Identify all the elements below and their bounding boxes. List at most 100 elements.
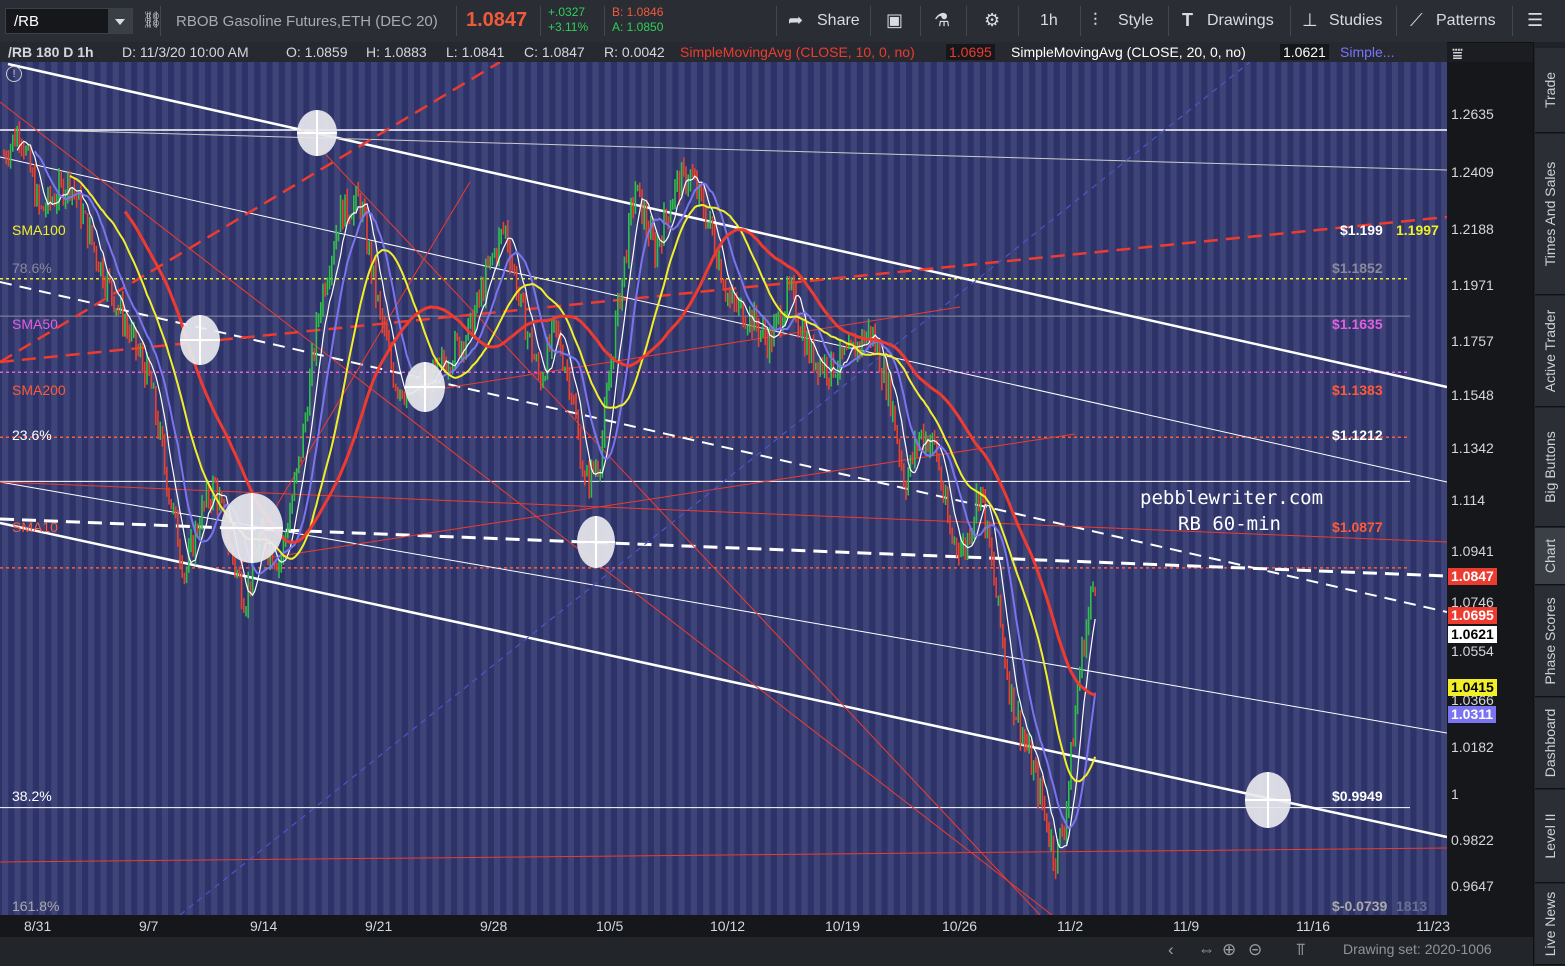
sma10-label[interactable]: SimpleMovingAvg (CLOSE, 10, 0, no): [680, 44, 915, 60]
session-stripe: [543, 62, 550, 915]
level-right-label: $1.0877: [1332, 519, 1383, 535]
session-stripe: [740, 62, 747, 915]
session-stripe: [407, 62, 415, 915]
sma10-value: 1.0695: [946, 44, 995, 60]
date-tick: 8/31: [24, 918, 52, 934]
drawing-set-label[interactable]: Drawing set: 2020-1006: [1343, 941, 1492, 957]
session-stripe: [555, 62, 562, 915]
studies-icon[interactable]: ⊥: [1302, 10, 1318, 31]
sidebar-tab-trade[interactable]: Trade: [1535, 48, 1565, 133]
sidebar-tab-times-and-sales[interactable]: Times And Sales: [1535, 134, 1565, 295]
scale-settings-icon[interactable]: ⩸: [1452, 44, 1463, 65]
sidebar-tab-active-trader[interactable]: Active Trader: [1535, 296, 1565, 407]
level-right-label: $1.1635: [1332, 316, 1383, 332]
level-left-label: SMA200: [12, 382, 66, 398]
sidebar-tab-label: Live News: [1542, 891, 1558, 957]
time-axis[interactable]: 8/31 9/7 9/14 9/21 9/28 10/5 10/12 10/19 10/26 11…: [0, 915, 1533, 937]
studies-button[interactable]: Studies: [1329, 12, 1382, 30]
chart-period: /RB 180 D 1h: [8, 44, 94, 60]
session-stripe: [1047, 62, 1054, 915]
level-right-label: $0.9949: [1332, 788, 1383, 804]
session-stripe: [457, 62, 464, 915]
session-stripe: [2, 62, 9, 915]
date-tick: 9/7: [139, 918, 159, 934]
session-stripe: [1022, 62, 1030, 915]
menu-icon[interactable]: ☰: [1527, 10, 1543, 31]
symbol-selector[interactable]: /RB: [5, 8, 133, 34]
crosshair-icon[interactable]: ⊕: [1222, 940, 1236, 960]
session-stripe: [1059, 62, 1066, 915]
bid-ask: B: 1.0846 A: 1.0850: [612, 5, 663, 35]
gear-icon[interactable]: ⚙: [984, 10, 1000, 31]
session-stripe: [530, 62, 538, 915]
trend-line: [0, 101, 1053, 915]
sidebar-tab-label: Chart: [1542, 538, 1558, 574]
share-icon[interactable]: ➦: [788, 10, 803, 31]
session-stripe: [334, 62, 341, 915]
text-tool-icon[interactable]: T: [1182, 10, 1193, 31]
net-change: +.0327 +3.11%: [548, 5, 588, 35]
chart-settings-icon[interactable]: ▣: [886, 10, 903, 31]
session-stripe: [887, 62, 894, 915]
pan-icon[interactable]: ⇔: [1198, 940, 1215, 960]
session-stripe: [936, 62, 943, 915]
style-button[interactable]: Style: [1118, 12, 1154, 30]
more-studies-label[interactable]: Simple...: [1340, 44, 1394, 60]
bar-date: D: 11/3/20 10:00 AM: [122, 44, 249, 60]
sma100-label: SMA100: [12, 222, 66, 238]
sma20-label[interactable]: SimpleMovingAvg (CLOSE, 20, 0, no): [1011, 44, 1246, 60]
sidebar-tab-chart[interactable]: Chart: [1535, 528, 1565, 585]
session-stripe: [518, 62, 525, 915]
sidebar-tab-phase-scores[interactable]: Phase Scores: [1535, 586, 1565, 697]
session-stripe: [174, 62, 181, 915]
price-axis[interactable]: 1.2635 1.2409 1.2188 1.1971 1.1757 1.1548 1.13…: [1447, 62, 1533, 915]
session-stripe: [813, 62, 820, 915]
ghost-label: 1813: [1396, 898, 1428, 914]
level-right-label: $1.1383: [1332, 382, 1383, 398]
session-stripe: [604, 62, 611, 915]
divider: [1168, 6, 1169, 36]
symbol-text: /RB: [14, 13, 40, 30]
sidebar-tab-dashboard[interactable]: Dashboard: [1535, 698, 1565, 789]
date-tick: 9/21: [365, 918, 393, 934]
sidebar-tab-big-buttons[interactable]: Big Buttons: [1535, 408, 1565, 527]
status-bar: ‹ ⇔ ⊕ ⊝ ⫪ Drawing set: 2020-1006: [0, 937, 1533, 966]
session-stripe: [186, 62, 193, 915]
divider: [540, 6, 541, 36]
sidebar-tab-live-news[interactable]: Live News: [1535, 884, 1565, 965]
price-tick: 1.114: [1451, 492, 1485, 508]
chevron-down-icon[interactable]: [108, 9, 132, 33]
share-button[interactable]: Share: [817, 12, 860, 30]
flask-icon[interactable]: ⚗: [934, 10, 950, 31]
bar-range: R: 0.0042: [604, 44, 665, 60]
session-stripe: [1010, 62, 1017, 915]
drawing-set-icon[interactable]: ⫪: [1296, 940, 1306, 960]
session-stripe: [420, 62, 427, 915]
session-stripe: [469, 62, 476, 915]
price-chart[interactable]: ! 1.1997 78.6% $1.1852 SMA50 $1.1635 SMA200 $1…: [0, 62, 1447, 915]
session-stripe: [432, 62, 439, 915]
zoom-icon[interactable]: ⊝: [1248, 940, 1262, 960]
ask-price: A: 1.0850: [612, 20, 664, 34]
chevron-left-icon[interactable]: ‹: [1168, 940, 1174, 960]
level-left-label: 161.8%: [12, 898, 60, 914]
timeframe-button[interactable]: 1h: [1040, 12, 1058, 30]
level-right-label: $1.1852: [1332, 260, 1383, 276]
patterns-icon[interactable]: ⟋: [1410, 10, 1423, 31]
session-stripe: [1072, 62, 1079, 915]
watermark-site: pebblewriter.com: [1140, 487, 1324, 509]
drawings-button[interactable]: Drawings: [1207, 12, 1274, 30]
style-icon[interactable]: ⫶: [1093, 10, 1098, 31]
price-tick: 1.0182: [1451, 739, 1494, 755]
change-value: +.0327: [548, 5, 586, 19]
session-stripe: [961, 62, 968, 915]
session-stripe: [272, 62, 279, 915]
alert-icon[interactable]: !: [6, 66, 22, 82]
level-left-label: SMA10: [12, 519, 58, 535]
sidebar-tab-level-ii[interactable]: Level II: [1535, 790, 1565, 883]
date-tick: 10/5: [596, 918, 624, 934]
session-stripe: [863, 62, 870, 915]
session-stripe: [211, 62, 218, 915]
session-stripe: [789, 62, 796, 915]
patterns-button[interactable]: Patterns: [1436, 12, 1496, 30]
